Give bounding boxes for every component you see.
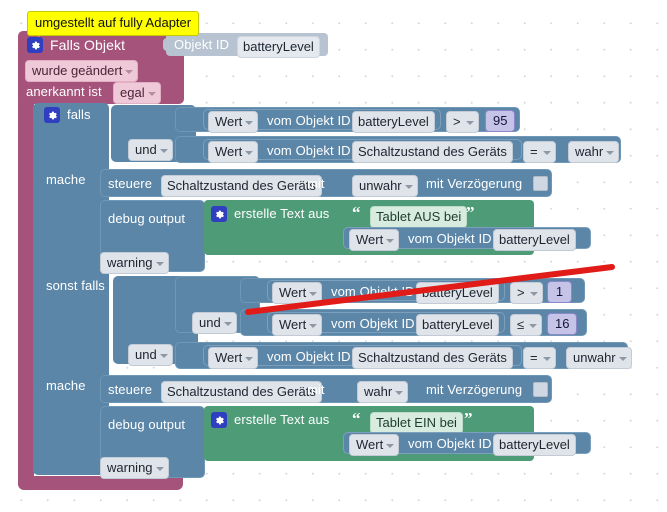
getter-object-id[interactable]: Schaltzustand des Geräts [352, 347, 513, 369]
getter-object-id[interactable]: batteryLevel [352, 111, 435, 133]
text-literal[interactable]: Tablet AUS bei [370, 206, 468, 228]
open-quote-icon: “ [352, 409, 361, 428]
text-builder-label: erstelle Text aus [234, 206, 330, 221]
compare-value-dropdown[interactable]: unwahr [566, 347, 632, 369]
debug-severity-dropdown[interactable]: warning [100, 252, 169, 274]
getter-mode-dropdown[interactable]: Wert [208, 141, 259, 163]
object-id-notch [163, 38, 170, 51]
getter-mode-dropdown[interactable]: Wert [272, 314, 323, 336]
getter-mode-dropdown[interactable]: Wert [349, 229, 400, 251]
compare-number[interactable]: 1 [547, 281, 572, 303]
trigger-block-spine [18, 100, 34, 485]
text-literal[interactable]: Tablet EIN bei [370, 412, 463, 434]
object-id-value[interactable]: batteryLevel [237, 36, 320, 58]
control-delay-label: mit Verzögerung [426, 382, 523, 397]
close-quote-icon: ” [466, 203, 475, 222]
comparison-operator-dropdown[interactable]: = [523, 347, 556, 369]
do-label: mache [46, 378, 86, 393]
getter-mode-dropdown[interactable]: Wert [272, 282, 323, 304]
blockly-workspace[interactable]: Falls Objekt Objekt ID batteryLevel wurd… [0, 0, 667, 512]
control-value-dropdown[interactable]: wahr [357, 381, 409, 403]
debug-severity-dropdown[interactable]: warning [100, 457, 169, 479]
open-quote-icon: “ [352, 203, 361, 222]
compare-number[interactable]: 95 [485, 110, 516, 132]
getter-from-label: vom Objekt ID [267, 143, 351, 158]
getter-mode-dropdown[interactable]: Wert [349, 434, 400, 456]
logic-join-dropdown[interactable]: und [192, 312, 237, 334]
text-builder-gear-icon[interactable] [211, 206, 227, 222]
getter-object-id[interactable]: batteryLevel [416, 314, 499, 336]
control-delay-checkbox[interactable] [533, 176, 548, 191]
do-label: mache [46, 172, 86, 187]
logic-join-dropdown[interactable]: und [128, 139, 173, 161]
ack-dropdown[interactable]: egal [113, 82, 161, 104]
getter-from-label: vom Objekt ID [267, 349, 351, 364]
getter-object-id[interactable]: batteryLevel [493, 434, 576, 456]
getter-mode-dropdown[interactable]: Wert [208, 111, 259, 133]
control-target[interactable]: Schaltzustand des Geräts [161, 381, 322, 403]
control-with-label: mit [307, 382, 325, 397]
getter-object-id[interactable]: batteryLevel [493, 229, 576, 251]
getter-from-label: vom Objekt ID [267, 113, 351, 128]
gear-icon[interactable] [27, 37, 43, 53]
debug-output-label: debug output [108, 211, 186, 226]
compare-number[interactable]: 16 [547, 313, 578, 335]
object-id-label: Objekt ID [174, 37, 230, 52]
comparison-operator-dropdown[interactable]: = [523, 141, 556, 163]
getter-mode-dropdown[interactable]: Wert [208, 347, 259, 369]
if-label: falls [67, 107, 91, 122]
ack-label: anerkannt ist [26, 84, 102, 99]
getter-object-id[interactable]: batteryLevel [416, 282, 499, 304]
comment-bubble[interactable]: umgestellt auf fully Adapter [27, 11, 200, 36]
control-with-label: mit [307, 176, 325, 191]
control-delay-label: mit Verzögerung [426, 176, 523, 191]
control-verb: steuere [108, 176, 153, 191]
comparison-operator-dropdown[interactable]: ≤ [510, 314, 543, 336]
getter-from-label: vom Objekt ID [331, 284, 415, 299]
text-builder-label: erstelle Text aus [234, 412, 330, 427]
getter-from-label: vom Objekt ID [408, 231, 492, 246]
control-verb: steuere [108, 382, 153, 397]
if-gear-icon[interactable] [44, 107, 60, 123]
close-quote-icon: ” [464, 409, 473, 428]
control-delay-checkbox[interactable] [533, 382, 548, 397]
change-type-dropdown[interactable]: wurde geändert [25, 60, 139, 82]
debug-output-label: debug output [108, 417, 186, 432]
comparison-operator-dropdown[interactable]: > [446, 111, 479, 133]
logic-join-dropdown[interactable]: und [128, 344, 173, 366]
getter-object-id[interactable]: Schaltzustand des Geräts [352, 141, 513, 163]
control-target[interactable]: Schaltzustand des Geräts [161, 175, 322, 197]
getter-from-label: vom Objekt ID [408, 436, 492, 451]
control-value-dropdown[interactable]: unwahr [352, 175, 418, 197]
elseif-label: sonst falls [46, 278, 105, 293]
text-builder-gear-icon[interactable] [211, 412, 227, 428]
compare-value-dropdown[interactable]: wahr [568, 141, 620, 163]
comparison-operator-dropdown[interactable]: > [510, 282, 543, 304]
getter-from-label: vom Objekt ID [331, 316, 415, 331]
trigger-title: Falls Objekt [50, 37, 126, 53]
